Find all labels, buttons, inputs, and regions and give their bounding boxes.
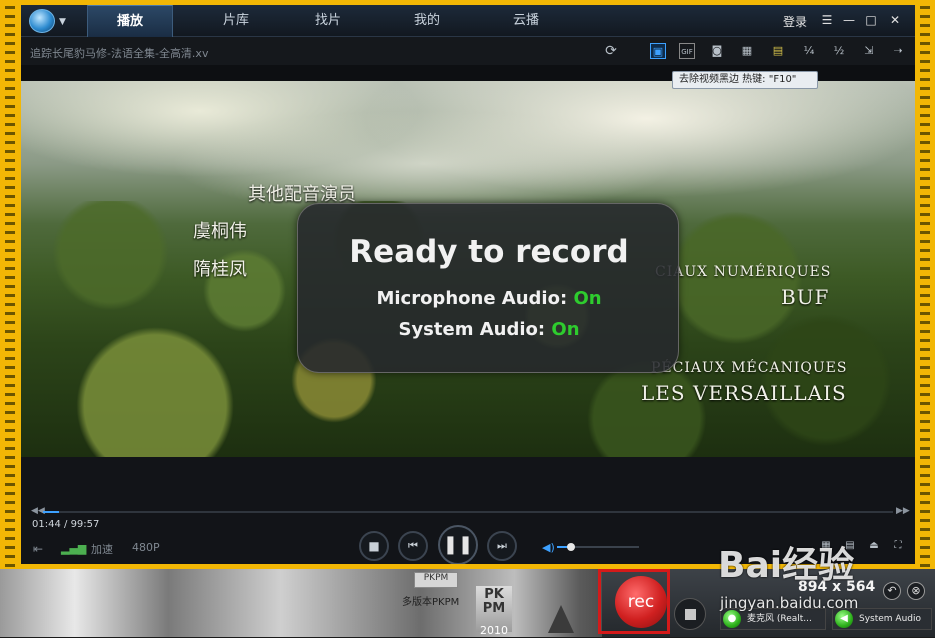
menu-icon[interactable]: ☰ <box>819 11 835 29</box>
player-logo-icon[interactable] <box>29 9 55 33</box>
pin-icon[interactable]: ➝ <box>890 43 906 59</box>
system-audio-toggle-label: System Audio <box>859 614 922 624</box>
microphone-icon: ● <box>723 610 741 628</box>
mini-mode-icon[interactable]: ⇲ <box>861 43 877 59</box>
half-size-icon[interactable]: ½ <box>831 43 847 59</box>
grid-icon[interactable]: ▦ <box>739 43 755 59</box>
refresh-icon[interactable]: ⟳ <box>603 43 619 59</box>
pkpm-shortcut-label[interactable]: 多版本PKPM <box>402 593 459 608</box>
next-button[interactable]: ⏭ <box>487 531 517 561</box>
stop-icon <box>685 609 696 620</box>
recorder-status-title: Ready to record <box>349 234 629 270</box>
previous-button[interactable]: ⏮ <box>398 531 428 561</box>
quarter-size-icon[interactable]: ¼ <box>801 43 817 59</box>
remove-black-border-icon[interactable]: ▣ <box>650 43 666 59</box>
camera-icon[interactable]: ◙ <box>709 43 725 59</box>
tab-cloud[interactable]: 云播 <box>483 5 569 37</box>
close-icon[interactable]: ✕ <box>887 11 903 29</box>
record-button[interactable]: rec <box>615 576 667 628</box>
tab-play[interactable]: 播放 <box>87 5 173 37</box>
system-audio-state: On <box>551 319 580 340</box>
recorder-stop-button[interactable] <box>674 598 706 630</box>
quality-button[interactable]: 480P <box>132 541 160 554</box>
microphone-audio-label: Microphone Audio: <box>376 288 568 309</box>
pause-button[interactable]: ❚❚ <box>438 525 478 564</box>
credit-right-name: BUF <box>781 285 830 309</box>
system-audio-status: System Audio: On <box>298 319 680 340</box>
credit-right-name: LES VERSAILLAIS <box>641 381 847 405</box>
tab-find[interactable]: 找片 <box>285 5 371 37</box>
pkpm2010-shortcut-icon[interactable]: PK PM 2010 <box>476 586 512 637</box>
maximize-icon[interactable]: □ <box>863 11 879 29</box>
playlist-icon[interactable]: ⇤ <box>33 542 43 556</box>
baidu-watermark: Bai经验 <box>718 545 855 586</box>
credit-left-name: 虞桐伟 <box>193 221 247 242</box>
signal-icon: ▂▄▆ <box>61 542 87 555</box>
recorder-close-icon[interactable]: ⊗ <box>907 582 925 600</box>
logo-menu-chevron-icon[interactable]: ▼ <box>59 17 66 27</box>
fullscreen-icon[interactable]: ⛶ <box>891 539 905 553</box>
app-shortcut-icon[interactable] <box>548 605 574 633</box>
gif-icon[interactable]: GIF <box>679 43 695 59</box>
playback-time: 01:44 / 99:57 <box>32 519 100 530</box>
eject-icon[interactable]: ⏏ <box>867 539 881 553</box>
baidu-watermark-url: jingyan.baidu.com <box>720 594 859 612</box>
credit-left-name: 隋桂凤 <box>193 259 247 280</box>
recorder-status-overlay: Ready to record Microphone Audio: On Sys… <box>297 203 679 373</box>
system-audio-label: System Audio: <box>398 319 546 340</box>
seek-bar-progress <box>43 511 60 513</box>
tab-library[interactable]: 片库 <box>193 5 279 37</box>
seek-forward-icon[interactable]: ▶▶ <box>896 506 910 516</box>
seek-bar[interactable] <box>43 511 893 513</box>
credit-right-heading: CIAUX NUMÉRIQUES <box>655 264 832 280</box>
login-link[interactable]: 登录 <box>783 13 807 30</box>
minimize-icon[interactable]: — <box>841 11 857 29</box>
speed-button[interactable]: 加速 <box>91 541 113 557</box>
pkpm2010-year: 2010 <box>480 624 508 637</box>
tab-mine[interactable]: 我的 <box>384 5 470 37</box>
pkpm-shortcut-icon[interactable]: PKPM <box>414 572 458 588</box>
player-top-bar: ▼ 播放 片库 找片 我的 云播 登录 ☰ — □ ✕ <box>21 5 915 37</box>
current-time: 01:44 <box>32 519 61 530</box>
tooltip: 去除视频黑边 热键: "F10" <box>672 71 818 89</box>
color-adjust-icon[interactable]: ▤ <box>770 43 786 59</box>
volume-icon[interactable]: ◀) <box>542 541 555 554</box>
stop-button[interactable]: ■ <box>359 531 389 561</box>
volume-slider[interactable] <box>557 543 639 551</box>
credit-right-heading: PÉCIAUX MÉCANIQUES <box>651 360 848 376</box>
microphone-audio-state: On <box>573 288 602 309</box>
current-file-name: 追踪长尾豹马修-法语全集-全高清.xv <box>30 47 209 60</box>
volume-knob[interactable] <box>566 543 575 551</box>
undo-icon[interactable]: ↶ <box>883 582 901 600</box>
speaker-icon: ◀ <box>835 610 853 628</box>
microphone-device-label: 麦克风 (Realt... <box>747 614 812 624</box>
microphone-audio-status: Microphone Audio: On <box>298 288 680 309</box>
total-time: 99:57 <box>70 519 100 530</box>
pkpm2010-text: PK PM <box>482 587 506 616</box>
file-info-bar: 追踪长尾豹马修-法语全集-全高清.xv ⟳ ▣ GIF ◙ ▦ ▤ ¼ ½ ⇲ … <box>21 37 915 65</box>
